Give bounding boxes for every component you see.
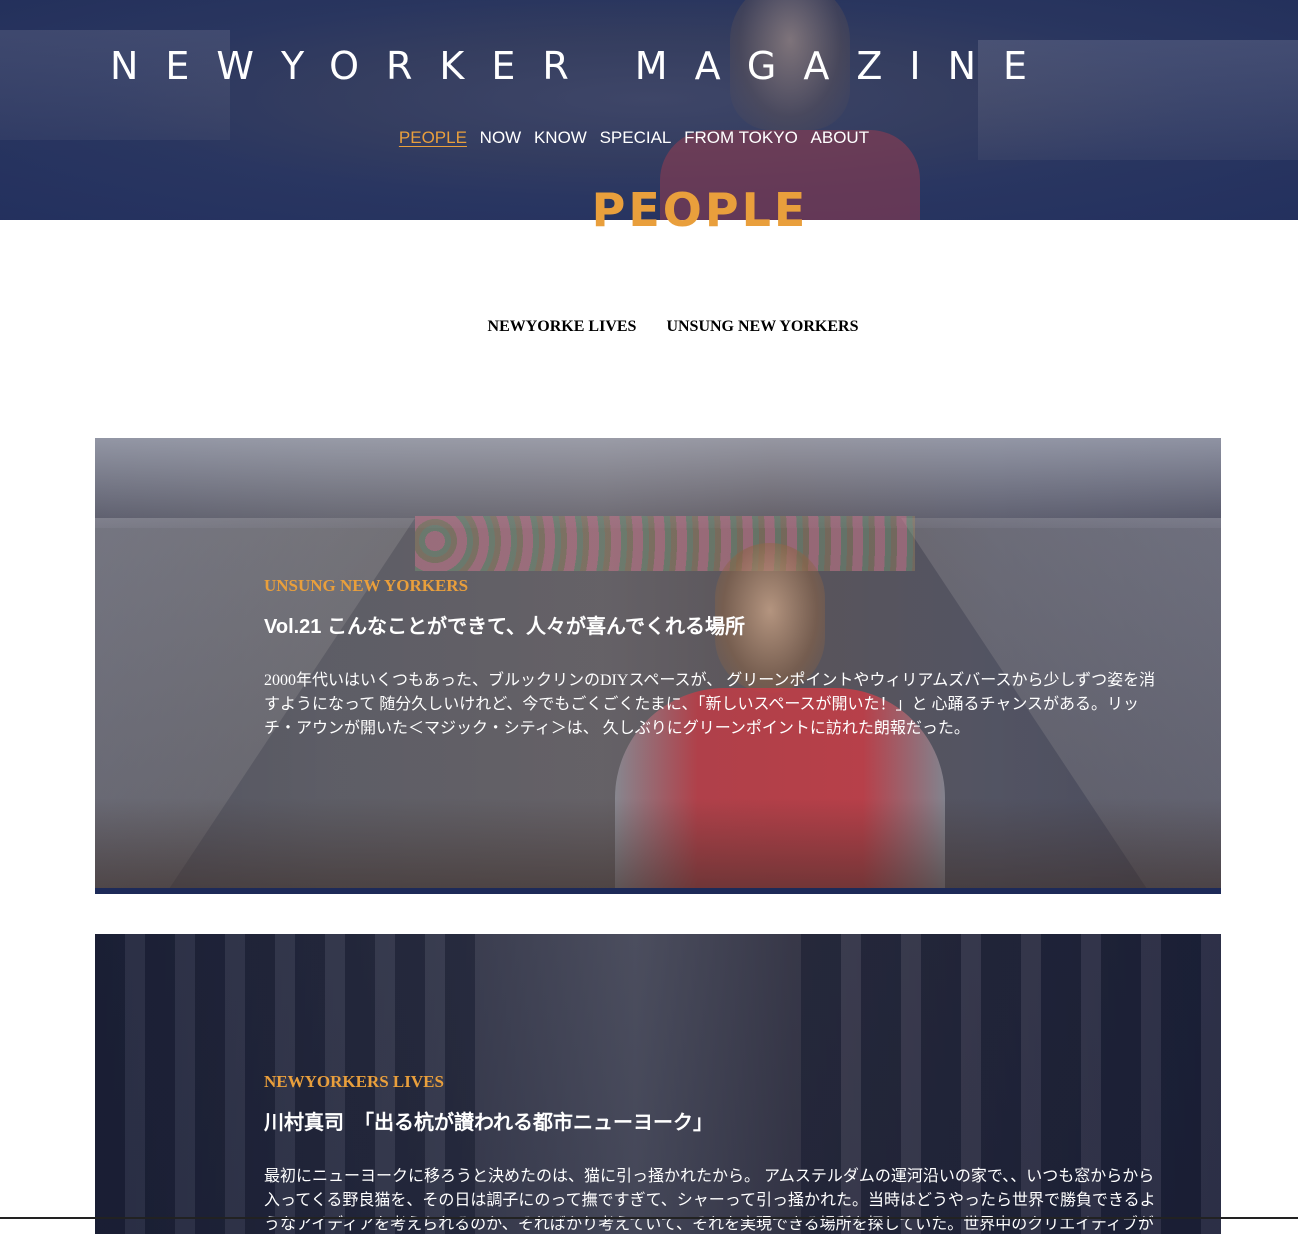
article-image-flowers — [415, 516, 915, 571]
article-title[interactable]: 川村真司 「出る杭が讃われる都市ニューヨーク」 — [264, 1106, 1169, 1135]
article-category[interactable]: UNSUNG NEW YORKERS — [264, 576, 1169, 596]
article-content: UNSUNG NEW YORKERS Vol.21 こんなことができて、人々が喜… — [264, 576, 1169, 741]
site-title[interactable]: NEWYORKER MAGAZINE — [0, 44, 1164, 88]
article-card[interactable]: NEWYORKERS LIVES 川村真司 「出る杭が讃われる都市ニューヨーク」… — [95, 934, 1221, 1234]
article-card-bottom-bar — [95, 888, 1221, 894]
nav-item-special[interactable]: SPECIAL — [600, 128, 672, 148]
nav-item-know[interactable]: KNOW — [534, 128, 587, 148]
subnav-item-newyorke-lives[interactable]: NEWYORKE LIVES — [488, 318, 637, 335]
nav-item-people[interactable]: PEOPLE — [399, 128, 467, 148]
subnav-item-unsung-new-yorkers[interactable]: UNSUNG NEW YORKERS — [666, 318, 858, 335]
nav-item-now[interactable]: NOW — [480, 128, 522, 148]
main-nav: PEOPLE NOW KNOW SPECIAL FROM TOKYO ABOUT — [0, 128, 1268, 148]
article-excerpt: 最初にニューヨークに移ろうと決めたのは、猫に引っ掻かれたから。 アムステルダムの… — [264, 1168, 1156, 1233]
article-image-counter — [95, 798, 1221, 888]
article-category[interactable]: NEWYORKERS LIVES — [264, 1072, 1169, 1092]
article-image-roof — [95, 438, 1221, 528]
category-subnav: NEWYORKE LIVES UNSUNG NEW YORKERS — [0, 318, 1298, 336]
nav-item-about[interactable]: ABOUT — [811, 128, 870, 148]
article-title[interactable]: Vol.21 こんなことができて、人々が喜んでくれる場所 — [264, 610, 1169, 639]
page-title: PEOPLE — [591, 183, 809, 237]
article-card[interactable]: UNSUNG NEW YORKERS Vol.21 こんなことができて、人々が喜… — [95, 438, 1221, 894]
nav-item-from-tokyo[interactable]: FROM TOKYO — [684, 128, 798, 148]
article-content: NEWYORKERS LIVES 川村真司 「出る杭が讃われる都市ニューヨーク」… — [264, 1072, 1169, 1234]
article-excerpt: 2000年代いはいくつもあった、ブルックリンのDIYスペースが、 グリーンポイン… — [264, 672, 1156, 737]
